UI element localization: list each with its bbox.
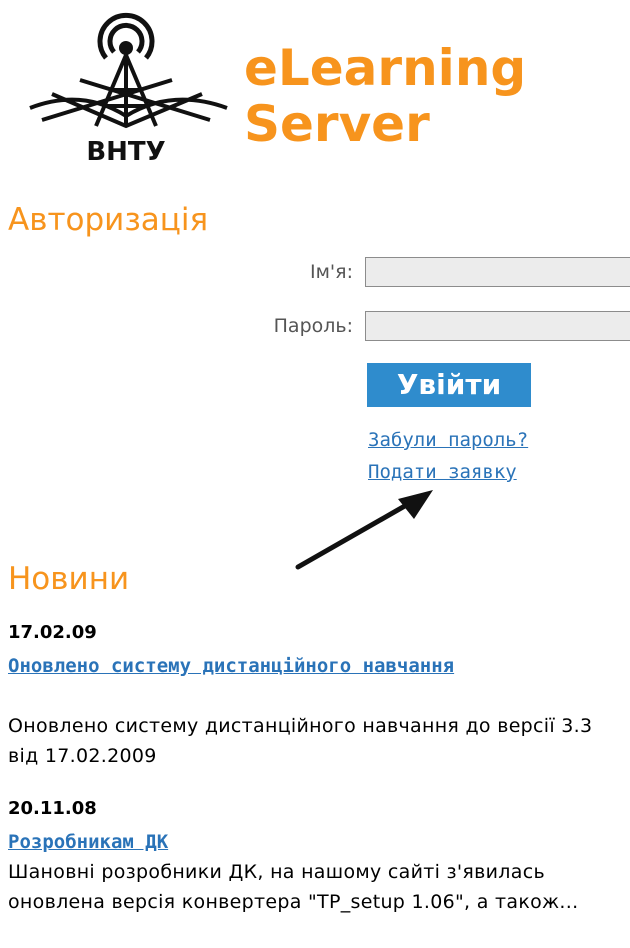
forgot-password-link[interactable]: Забули пароль? bbox=[368, 428, 528, 452]
brand-title: eLearning Server bbox=[244, 40, 526, 152]
logo-wings bbox=[29, 78, 228, 129]
brand-line-1: eLearning bbox=[244, 39, 527, 97]
name-label: Ім'я: bbox=[310, 261, 353, 283]
apply-link[interactable]: Подати заявку bbox=[368, 460, 517, 484]
news-title-link[interactable]: Оновлено систему дистанційного навчання bbox=[8, 651, 568, 681]
news-heading: Новини bbox=[8, 561, 130, 597]
vntu-logo[interactable]: ВНТУ bbox=[22, 8, 242, 168]
password-label: Пароль: bbox=[273, 315, 353, 337]
news-text: Оновлено систему дистанційного навчання … bbox=[8, 715, 593, 767]
news-text: Шановні розробники ДК, на нашому сайті з… bbox=[8, 861, 579, 913]
logo-antenna-ball bbox=[119, 41, 133, 55]
name-field[interactable] bbox=[365, 257, 630, 287]
news-date: 20.11.08 bbox=[8, 798, 97, 819]
arrow-icon bbox=[295, 490, 433, 570]
brand-line-2: Server bbox=[244, 95, 430, 153]
news-date: 17.02.09 bbox=[8, 622, 97, 643]
auth-heading: Авторизація bbox=[8, 202, 209, 238]
logo-text: ВНТУ bbox=[86, 137, 165, 167]
password-field[interactable] bbox=[365, 311, 630, 341]
news-title-link[interactable]: Розробникам ДК bbox=[8, 827, 568, 857]
login-button[interactable]: Увійти bbox=[367, 363, 531, 407]
site-header: ВНТУ eLearning Server bbox=[22, 8, 622, 168]
